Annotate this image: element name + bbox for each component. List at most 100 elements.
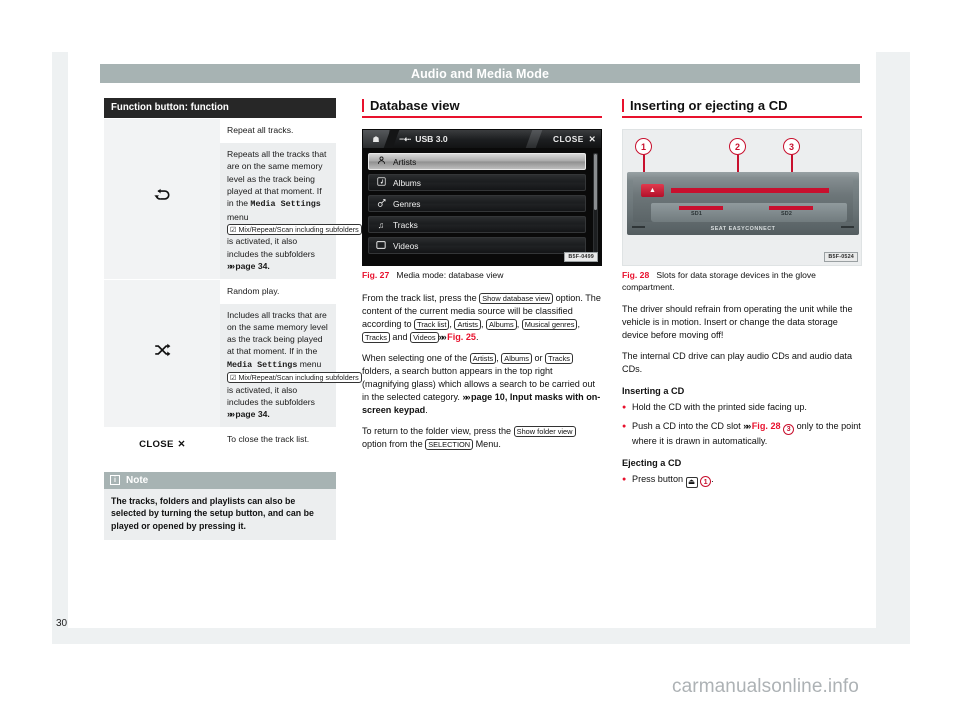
list-item-genres[interactable]: Genres: [368, 195, 586, 212]
close-button-cell: CLOSE ✕: [104, 426, 220, 459]
callout-2: 2: [729, 138, 746, 155]
list-item-albums[interactable]: Albums: [368, 174, 586, 191]
figure-27-caption: Fig. 27 Media mode: database view: [362, 266, 602, 282]
p1-t9: .: [475, 331, 479, 342]
video-icon: [376, 240, 386, 251]
screen-close-label: CLOSE: [553, 134, 584, 144]
repeat-icon: [104, 118, 220, 280]
figure-28-caption: Fig. 28 Slots for data storage devices i…: [622, 266, 862, 293]
subheading-ejecting-a-cd: Ejecting a CD: [622, 457, 682, 468]
track-list-button-ref: Track list: [414, 318, 450, 330]
tracks-button-ref: Tracks: [362, 331, 390, 343]
p3-t1: To return to the folder view, press the: [362, 425, 514, 436]
sd2-slot[interactable]: [769, 206, 813, 210]
function-button-table: Function button: function Repeat all tra…: [104, 98, 362, 459]
shuffle-summary: Random play.: [220, 278, 336, 304]
screen-close-button[interactable]: CLOSE ✕: [553, 130, 596, 148]
table-row: Repeat all tracks.: [104, 117, 336, 280]
list-item-videos[interactable]: Videos: [368, 237, 586, 254]
note-title: Note: [126, 474, 149, 486]
figure-number: Fig. 27: [362, 270, 390, 280]
album-icon-svg: [376, 177, 386, 186]
scrollbar[interactable]: [593, 153, 598, 261]
close-tab-divider: [525, 130, 543, 148]
p1-t5: ,: [516, 318, 522, 329]
screen-top-bar: ☗ −⇠ USB 3.0 CLOSE ✕: [363, 130, 601, 148]
callout-ref-3: 3: [783, 423, 795, 435]
sd1-slot[interactable]: [679, 206, 723, 210]
sd2-label: SD2: [781, 211, 793, 217]
unit-notch-right: [841, 226, 854, 228]
tracks-button-ref: Tracks: [545, 352, 573, 364]
shuffle-detail-3: is activated, it also includes the subfo…: [227, 384, 315, 407]
bullet-1-text: Hold the CD with the printed side facing…: [632, 402, 807, 413]
repeat-detail-3: is activated, it also includes the subfo…: [227, 236, 315, 259]
bullet-list-ejecting: Press button ⏏ 1.: [622, 473, 862, 488]
page-number: 30: [56, 618, 68, 629]
close-button-description: To close the track list.: [220, 426, 336, 459]
shuffle-detail-ref: page 34.: [235, 409, 270, 420]
mix-repeat-scan-button-ref: ☑ Mix/Repeat/Scan including subfolders: [227, 224, 362, 236]
eject-icon: ▲: [649, 187, 656, 194]
cross-ref-arrow: »»: [227, 260, 235, 271]
p2-t5: .: [425, 404, 428, 415]
cross-ref-arrow: »»: [743, 421, 751, 432]
p2-t1: When selecting one of the: [362, 352, 470, 363]
usb-icon: −⇠: [399, 133, 412, 144]
table-row: Random play.: [104, 278, 336, 428]
watermark: carmanualsonline.info: [672, 676, 859, 697]
note-icon: ♫: [377, 219, 385, 230]
paragraph-folder-view: To return to the folder view, press the …: [362, 425, 602, 451]
cross-ref-arrow: »»: [438, 331, 447, 342]
paragraph-database-view: From the track list, press the Show data…: [362, 292, 602, 344]
bullet-2-text-1: Push a CD into the CD slot: [632, 421, 744, 432]
shuffle-detail-1: Includes all tracks that are on the same…: [227, 309, 328, 357]
eject-button[interactable]: ▲: [641, 184, 664, 197]
column-middle: Database view ☗ −⇠ USB 3.0 CLOSE ✕ Artis…: [362, 98, 602, 459]
shuffle-icon: [104, 278, 220, 428]
cd-unit-face: ▲ SD1 SD2: [633, 177, 853, 222]
genre-icon-svg: [377, 198, 386, 207]
show-folder-view-button-ref: Show folder view: [513, 425, 576, 437]
scrollbar-thumb[interactable]: [594, 154, 597, 210]
p1-t6: ,: [577, 318, 580, 329]
shuffle-detail-2: menu: [297, 358, 322, 369]
cd-slot-illustration: 1 2 3 ▲ SD1 SD2 SEAT EASYCONNECT B5F-052…: [622, 129, 862, 266]
subheading-inserting-a-cd: Inserting a CD: [622, 386, 685, 397]
figure-25-ref: Fig. 25: [447, 331, 476, 342]
list-item: Press button ⏏ 1.: [622, 473, 862, 488]
figure-28-ref: Fig. 28: [751, 421, 781, 432]
info-icon: i: [110, 475, 120, 486]
cd-slot[interactable]: [671, 188, 829, 193]
shuffle-detail-mono: Media Settings: [227, 359, 298, 370]
note-body: The tracks, folders and playlists can al…: [104, 488, 336, 540]
paragraph-driver-warning: The driver should refrain from operating…: [622, 304, 853, 341]
mix-repeat-scan-button-ref: ☑ Mix/Repeat/Scan including subfolders: [227, 372, 362, 384]
infotainment-screen: ☗ −⇠ USB 3.0 CLOSE ✕ Artists Albums Genr…: [362, 129, 602, 266]
person-icon: [376, 156, 386, 167]
list-item-label: Albums: [393, 177, 421, 188]
figure-number: Fig. 28: [622, 270, 650, 280]
callout-ref-1: 1: [700, 476, 712, 488]
list-item-label: Genres: [393, 198, 421, 209]
show-database-view-button-ref: Show database view: [479, 292, 554, 304]
cd-unit-body: ▲ SD1 SD2 SEAT EASYCONNECT: [627, 172, 859, 235]
p3-t2: option from the: [362, 438, 426, 449]
figure-caption-text: Slots for data storage devices in the gl…: [622, 270, 816, 292]
section-heading-inserting-ejecting-cd: Inserting or ejecting a CD: [622, 98, 862, 118]
close-button-label: CLOSE: [139, 438, 174, 450]
callout-3: 3: [783, 138, 800, 155]
list-item-label: Videos: [393, 240, 419, 251]
videos-button-ref: Videos: [410, 331, 439, 343]
table-row-close: CLOSE ✕ To close the track list.: [104, 426, 336, 459]
table-header-row: Function button: function: [104, 98, 336, 119]
list-item-label: Tracks: [393, 219, 418, 230]
list-item-tracks[interactable]: ♫ Tracks: [368, 216, 586, 233]
p2-t3: or: [531, 352, 546, 363]
artists-button-ref: Artists: [454, 318, 481, 330]
figure-caption-text: Media mode: database view: [396, 270, 504, 280]
list-item-artists[interactable]: Artists: [368, 153, 586, 170]
repeat-icon-svg: [154, 189, 170, 201]
running-header: Audio and Media Mode: [100, 64, 860, 83]
list-item: Push a CD into the CD slot »» Fig. 28 3 …: [622, 420, 862, 448]
